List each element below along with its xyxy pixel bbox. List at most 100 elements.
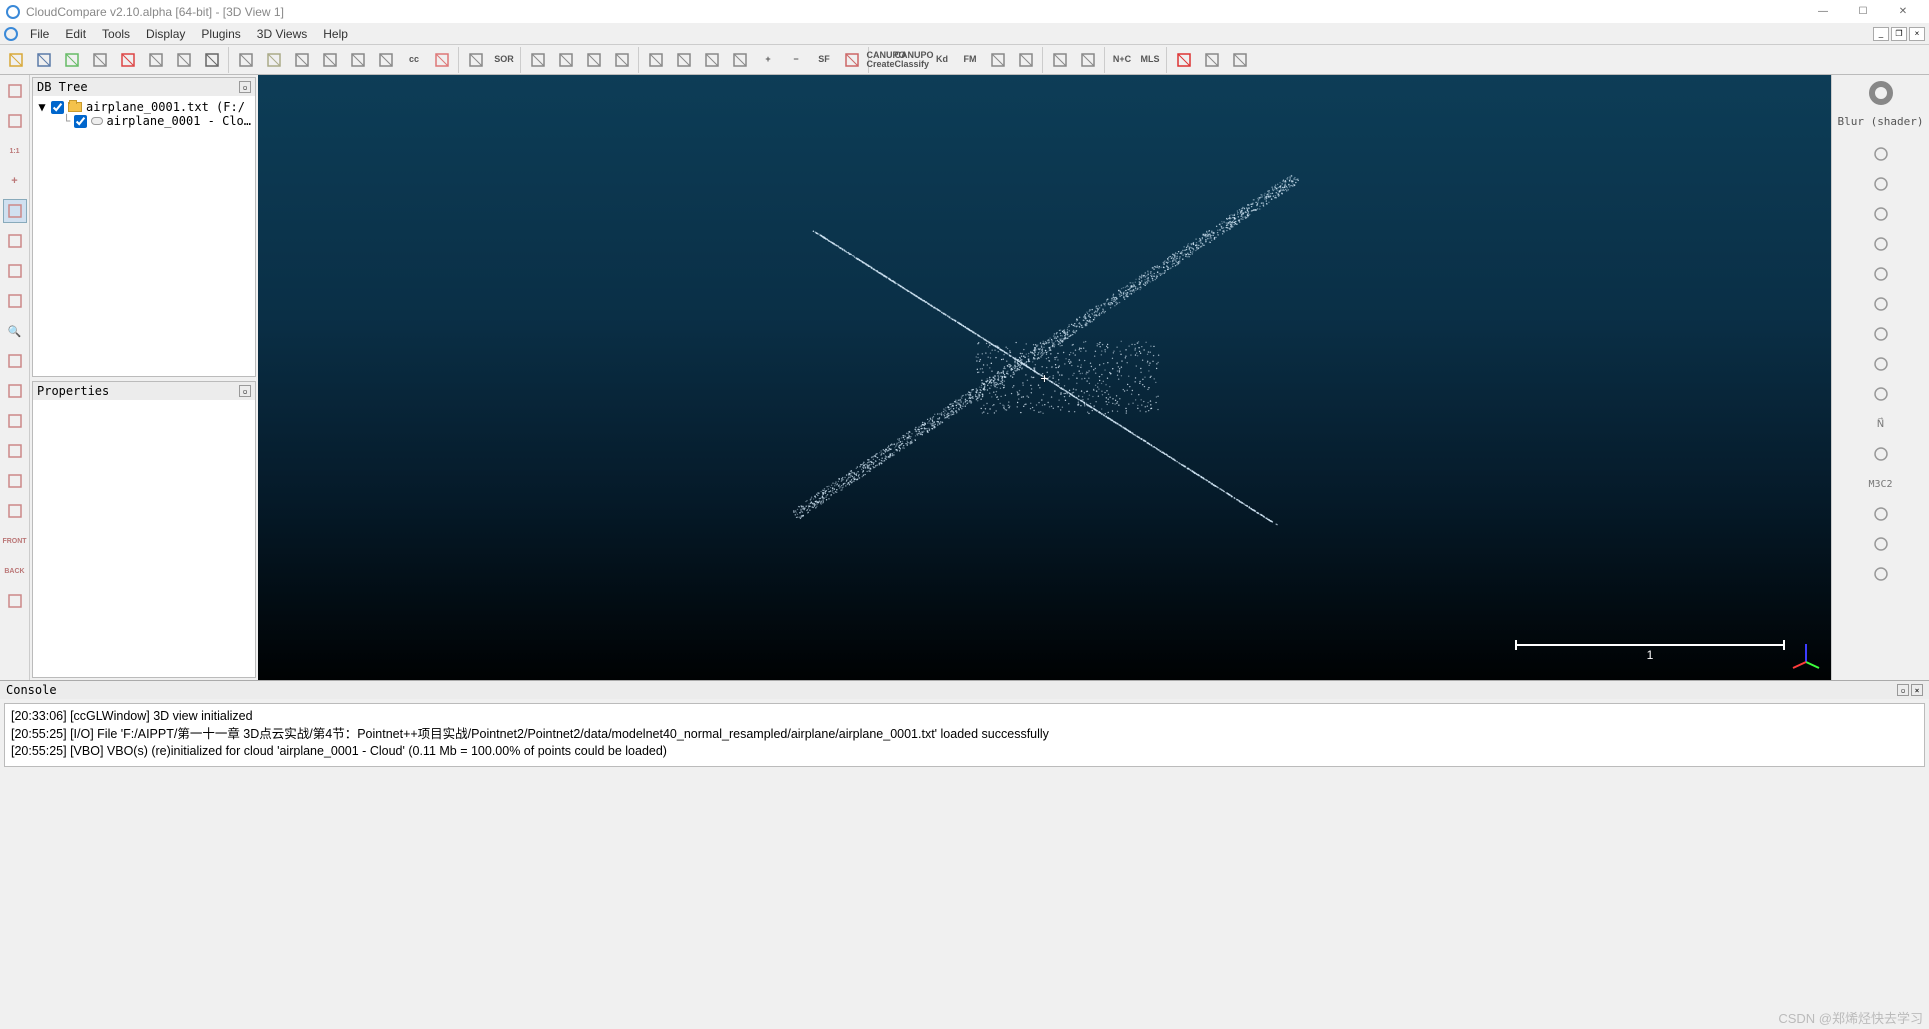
tb-cc-button[interactable]: cc (400, 46, 428, 74)
menu-plugins[interactable]: Plugins (193, 25, 248, 43)
tb-clone-button[interactable] (142, 46, 170, 74)
tb-ruler-button[interactable] (608, 46, 636, 74)
tb-point-button[interactable] (232, 46, 260, 74)
tree-root-item[interactable]: ▼ airplane_0001.txt (F:/ (37, 100, 251, 114)
maximize-button[interactable]: ☐ (1843, 1, 1883, 23)
tb-register-button[interactable] (552, 46, 580, 74)
tb-globe2-button[interactable] (1074, 46, 1102, 74)
tb-multiply-button[interactable] (372, 46, 400, 74)
console-header[interactable]: Console ▫ × (0, 681, 1929, 699)
tb-subsample-button[interactable] (316, 46, 344, 74)
rt-rt-m3c2-button[interactable]: M3C2 (1869, 472, 1893, 496)
rt-rt1-button[interactable] (1869, 172, 1893, 196)
tb-pick-button[interactable] (58, 46, 86, 74)
rt-rt-broom-button[interactable] (1869, 262, 1893, 286)
3d-viewport[interactable]: + 1 (258, 75, 1831, 680)
tree-child-checkbox[interactable] (74, 115, 87, 128)
lt-cube5-button[interactable] (3, 469, 27, 493)
rt-rt-bulb-button[interactable] (1869, 442, 1893, 466)
tb-pick-rot-button[interactable] (114, 46, 142, 74)
db-tree-body[interactable]: ▼ airplane_0001.txt (F:/ └ airplane_0001… (33, 96, 255, 376)
lt-move-button[interactable] (3, 289, 27, 313)
tb-delete-button[interactable] (198, 46, 226, 74)
tb-sample-button[interactable] (288, 46, 316, 74)
rt-rt-sphere-button[interactable] (1869, 532, 1893, 556)
tb-pin-button[interactable] (260, 46, 288, 74)
tb-colorize-button[interactable] (428, 46, 456, 74)
tb-plane-button[interactable] (580, 46, 608, 74)
tb-hist2-button[interactable] (670, 46, 698, 74)
rt-rt2-button[interactable] (1869, 202, 1893, 226)
tb-raster-button[interactable] (462, 46, 490, 74)
tb-remove-button[interactable]: − (782, 46, 810, 74)
lt-wand-button[interactable] (3, 79, 27, 103)
properties-body[interactable] (33, 400, 255, 677)
tb-open-button[interactable] (2, 46, 30, 74)
tb-sf-button[interactable]: SF (810, 46, 838, 74)
lt-ratio-button[interactable]: 1:1 (3, 139, 27, 163)
rt-rt-shield-button[interactable] (1869, 322, 1893, 346)
lt-cube4-button[interactable] (3, 439, 27, 463)
rt-rt-sf-button[interactable] (1869, 352, 1893, 376)
console-close-button[interactable]: × (1911, 684, 1923, 696)
tb-stat-button[interactable] (698, 46, 726, 74)
tb-hist-button[interactable] (642, 46, 670, 74)
tb-graph-button[interactable] (524, 46, 552, 74)
menu-file[interactable]: File (22, 25, 57, 43)
lt-plus-button[interactable]: + (3, 169, 27, 193)
tb-curve-button[interactable] (1170, 46, 1198, 74)
lt-box-button[interactable] (3, 259, 27, 283)
minimize-button[interactable]: — (1803, 1, 1843, 23)
lt-camera-button[interactable] (3, 109, 27, 133)
lt-cube6-button[interactable] (3, 499, 27, 523)
console-undock-button[interactable]: ▫ (1897, 684, 1909, 696)
properties-undock-button[interactable]: ▫ (239, 385, 251, 397)
tb-globe-button[interactable] (1046, 46, 1074, 74)
tb-kd-button[interactable]: Kd (928, 46, 956, 74)
rt-rt-movie-button[interactable] (1869, 232, 1893, 256)
tb-fm-button[interactable]: FM (956, 46, 984, 74)
tb-canupo-cl-button[interactable]: CANUPO Classify (900, 46, 928, 74)
tb-sor-button[interactable]: SOR (490, 46, 518, 74)
properties-header[interactable]: Properties ▫ (33, 382, 255, 400)
rt-rt-mix-button[interactable] (1869, 562, 1893, 586)
lt-align-button[interactable] (3, 229, 27, 253)
tb-tool2-button[interactable] (1012, 46, 1040, 74)
lt-auto-button[interactable] (3, 199, 27, 223)
console-body[interactable]: [20:33:06] [ccGLWindow] 3D view initiali… (4, 703, 1925, 767)
tb-scale-button[interactable] (344, 46, 372, 74)
tb-nc-button[interactable]: N+C (1108, 46, 1136, 74)
rt-rt-tex-button[interactable] (1869, 502, 1893, 526)
menu-display[interactable]: Display (138, 25, 193, 43)
lt-front-button[interactable]: FRONT (3, 529, 27, 553)
mdi-close-button[interactable]: × (1909, 27, 1925, 41)
mdi-minimize-button[interactable]: _ (1873, 27, 1889, 41)
lt-cube2-button[interactable] (3, 379, 27, 403)
rt-blur-icon-button[interactable] (1869, 142, 1893, 166)
tb-grid-button[interactable] (726, 46, 754, 74)
tb-save-button[interactable] (30, 46, 58, 74)
tb-curve2-button[interactable] (1198, 46, 1226, 74)
mdi-restore-button[interactable]: ❐ (1891, 27, 1907, 41)
tb-palette-button[interactable] (838, 46, 866, 74)
tree-caret-icon[interactable]: ▼ (37, 100, 47, 114)
lt-back-button[interactable]: BACK (3, 559, 27, 583)
tb-curve3-button[interactable] (1226, 46, 1254, 74)
tb-add-button[interactable]: + (754, 46, 782, 74)
blur-shader-icon[interactable] (1869, 81, 1893, 105)
lt-cube1-button[interactable] (3, 349, 27, 373)
lt-zoom-button[interactable]: 🔍 (3, 319, 27, 343)
tree-root-checkbox[interactable] (51, 101, 64, 114)
tb-props-button[interactable] (86, 46, 114, 74)
db-tree-undock-button[interactable]: ▫ (239, 81, 251, 93)
close-button[interactable]: ✕ (1883, 1, 1923, 23)
menu-edit[interactable]: Edit (57, 25, 94, 43)
menu-tools[interactable]: Tools (94, 25, 138, 43)
rt-rt-ellipse-button[interactable] (1869, 382, 1893, 406)
rt-rt-compass-button[interactable] (1869, 292, 1893, 316)
menu-help[interactable]: Help (315, 25, 356, 43)
rt-rt-normal-button[interactable]: N⃗ (1869, 412, 1893, 436)
tb-tool1-button[interactable] (984, 46, 1012, 74)
tb-mls-button[interactable]: MLS (1136, 46, 1164, 74)
lt-misc-button[interactable] (3, 589, 27, 613)
